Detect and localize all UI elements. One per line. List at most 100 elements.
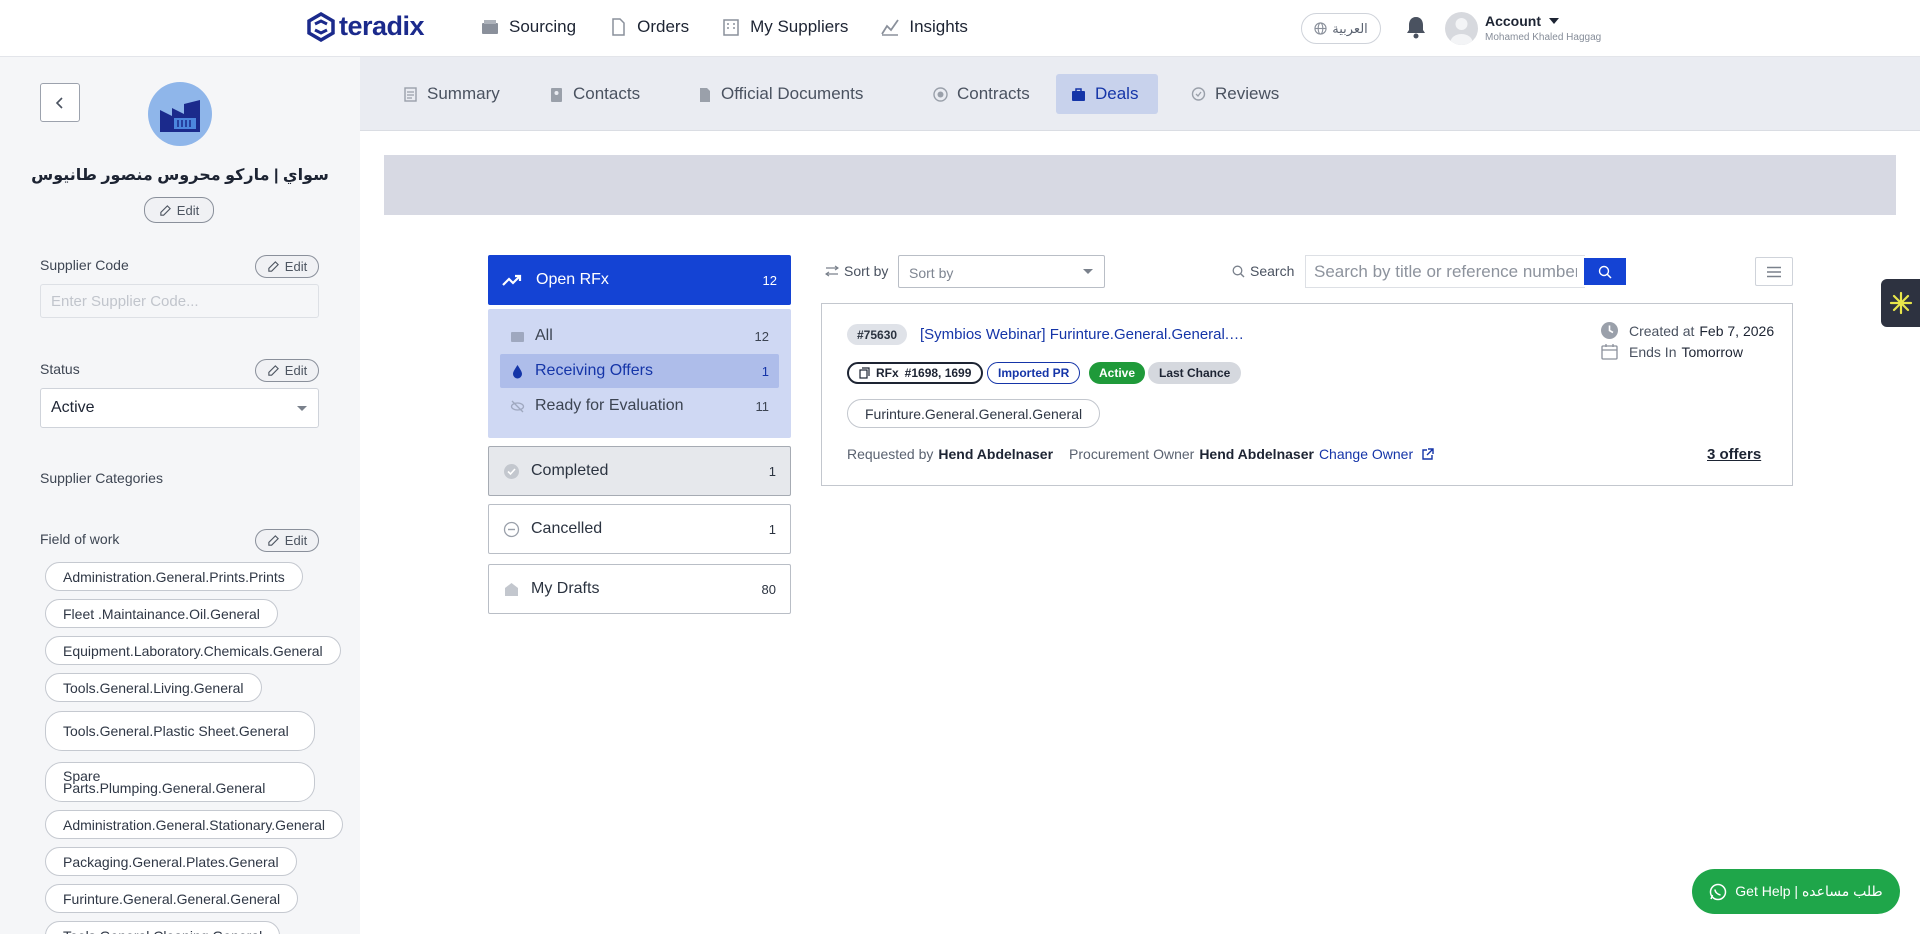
status-select[interactable]: Active bbox=[40, 388, 319, 428]
chevron-down-icon bbox=[1549, 18, 1559, 24]
notifications-bell-icon[interactable] bbox=[1405, 15, 1427, 44]
box-icon bbox=[482, 20, 498, 34]
account-label: Account bbox=[1485, 13, 1601, 29]
list-view-menu-button[interactable] bbox=[1755, 257, 1793, 286]
tab-official-documents-label: Official Documents bbox=[721, 84, 864, 103]
deal-card[interactable]: #75630 [Symbios Webinar] Furinture.Gener… bbox=[821, 303, 1793, 486]
nav-orders-label: Orders bbox=[637, 17, 690, 36]
edit-status-button[interactable]: Edit bbox=[255, 359, 319, 382]
check-circle-icon bbox=[504, 463, 519, 479]
status-value: Active bbox=[51, 399, 95, 416]
open-rfx-count: 12 bbox=[762, 272, 777, 288]
tab-summary[interactable]: Summary bbox=[388, 74, 514, 114]
filter-ready-for-evaluation-label: Ready for Evaluation bbox=[535, 397, 684, 414]
sparkle-icon bbox=[1889, 291, 1912, 315]
main-nav: Sourcing Orders My Suppliers Insights bbox=[480, 17, 968, 37]
language-switch-button[interactable]: العربية bbox=[1301, 13, 1381, 44]
filter-ready-for-evaluation[interactable]: Ready for Evaluation 11 bbox=[500, 389, 779, 423]
cancelled-count: 1 bbox=[768, 521, 776, 537]
field-of-work-label: Field of work bbox=[40, 531, 120, 547]
filter-all-label: All bbox=[535, 327, 553, 344]
user-silhouette-icon bbox=[1450, 18, 1473, 45]
filter-all[interactable]: All 12 bbox=[500, 319, 779, 353]
get-help-button[interactable]: Get Help | طلب مساعده bbox=[1692, 869, 1900, 914]
edit-field-of-work-button[interactable]: Edit bbox=[255, 529, 319, 552]
contracts-icon bbox=[933, 86, 948, 102]
tab-contracts[interactable]: Contracts bbox=[918, 74, 1044, 114]
field-of-work-chip: Furinture.General.General.General bbox=[45, 884, 299, 913]
sort-by-label: Sort by bbox=[825, 263, 888, 279]
procurement-owner-label: Procurement Owner bbox=[1069, 446, 1195, 462]
deals-banner bbox=[384, 155, 1896, 215]
eye-off-icon bbox=[510, 400, 525, 412]
change-owner-link[interactable]: Change Owner bbox=[1319, 446, 1434, 462]
trending-up-icon bbox=[502, 274, 522, 286]
deal-title-link[interactable]: [Symbios Webinar] Furinture.General.Gene… bbox=[920, 326, 1250, 343]
sort-icon bbox=[825, 265, 839, 277]
reviews-icon bbox=[1191, 86, 1206, 101]
supplier-code-field[interactable] bbox=[40, 284, 319, 318]
tab-reviews-label: Reviews bbox=[1215, 84, 1280, 103]
user-avatar[interactable] bbox=[1445, 12, 1478, 45]
active-status-tag: Active bbox=[1089, 362, 1146, 384]
completed-button[interactable]: Completed 1 bbox=[488, 446, 791, 496]
my-drafts-label: My Drafts bbox=[531, 580, 600, 597]
last-chance-tag: Last Chance bbox=[1148, 362, 1242, 384]
supplier-categories-label: Supplier Categories bbox=[40, 470, 163, 486]
status-label: Status bbox=[40, 361, 80, 377]
filter-receiving-offers-count: 1 bbox=[761, 363, 769, 379]
edit-supplier-code-button[interactable]: Edit bbox=[255, 255, 319, 278]
field-of-work-chip: Tools.General.Plastic Sheet.General bbox=[45, 711, 315, 751]
back-button[interactable] bbox=[40, 83, 80, 122]
field-of-work-chip: Administration.General.Prints.Prints bbox=[45, 562, 303, 591]
clock-icon bbox=[1601, 322, 1618, 339]
logo-mark-icon bbox=[307, 11, 335, 42]
open-rfx-button[interactable]: Open RFx 12 bbox=[488, 255, 791, 305]
field-of-work-chip: Equipment.Laboratory.Chemicals.General bbox=[45, 636, 341, 665]
search-input[interactable] bbox=[1305, 255, 1585, 288]
sort-select[interactable]: Sort by bbox=[898, 255, 1105, 288]
sort-select-value: Sort by bbox=[909, 265, 954, 281]
requested-by-name: Hend Abdelnaser bbox=[938, 446, 1054, 462]
tab-deals[interactable]: Deals bbox=[1056, 74, 1158, 114]
document-icon bbox=[612, 18, 625, 36]
imported-pr-tag: Imported PR bbox=[987, 362, 1081, 384]
search-button[interactable] bbox=[1584, 258, 1626, 285]
tab-contracts-label: Contracts bbox=[957, 84, 1030, 103]
offers-count-link[interactable]: 3 offers bbox=[1707, 446, 1761, 463]
edit-supplier-button[interactable]: Edit bbox=[144, 197, 214, 223]
cancelled-button[interactable]: Cancelled 1 bbox=[488, 504, 791, 554]
filter-receiving-offers[interactable]: Receiving Offers 1 bbox=[500, 354, 779, 388]
calendar-icon bbox=[1601, 344, 1618, 360]
created-at-row: Created at Feb 7, 2026 bbox=[1600, 320, 1774, 341]
factory-icon bbox=[160, 100, 200, 132]
nav-insights-label: Insights bbox=[909, 17, 968, 36]
nav-insights[interactable]: Insights bbox=[880, 17, 968, 37]
field-of-work-chip: Tools.General.Cleaning.General bbox=[45, 921, 281, 934]
teradix-logo[interactable]: teradix bbox=[307, 11, 425, 42]
official-documents-icon bbox=[700, 87, 710, 102]
requested-by-label: Requested by bbox=[847, 446, 934, 462]
edit-label: Edit bbox=[284, 259, 308, 274]
top-navigation: teradix Sourcing Orders My Suppliers Ins… bbox=[0, 0, 1920, 57]
account-user-name: Mohamed Khaled Haggag bbox=[1485, 32, 1602, 43]
rfx-numbers: #1698, 1699 bbox=[904, 366, 972, 380]
account-menu[interactable]: Account Mohamed Khaled Haggag bbox=[1485, 13, 1601, 43]
side-widget-button[interactable] bbox=[1881, 279, 1920, 327]
minus-circle-icon bbox=[503, 521, 520, 537]
edit-icon bbox=[268, 535, 279, 546]
nav-my-suppliers[interactable]: My Suppliers bbox=[721, 17, 848, 37]
my-drafts-button[interactable]: My Drafts 80 bbox=[488, 564, 791, 614]
rfx-prefix: RFx bbox=[876, 366, 899, 380]
cancelled-label: Cancelled bbox=[531, 520, 603, 537]
supplier-avatar bbox=[148, 82, 212, 146]
tab-official-documents[interactable]: Official Documents bbox=[682, 74, 877, 114]
nav-sourcing[interactable]: Sourcing bbox=[480, 17, 576, 37]
nav-orders[interactable]: Orders bbox=[608, 17, 689, 37]
filter-receiving-offers-label: Receiving Offers bbox=[535, 362, 653, 379]
briefcase-icon bbox=[1072, 87, 1085, 101]
supplier-code-label: Supplier Code bbox=[40, 257, 129, 273]
tab-reviews[interactable]: Reviews bbox=[1176, 74, 1293, 114]
tab-contacts[interactable]: Contacts bbox=[534, 74, 654, 114]
supplier-tabs: Summary Contacts Official Documents Cont… bbox=[360, 57, 1920, 131]
